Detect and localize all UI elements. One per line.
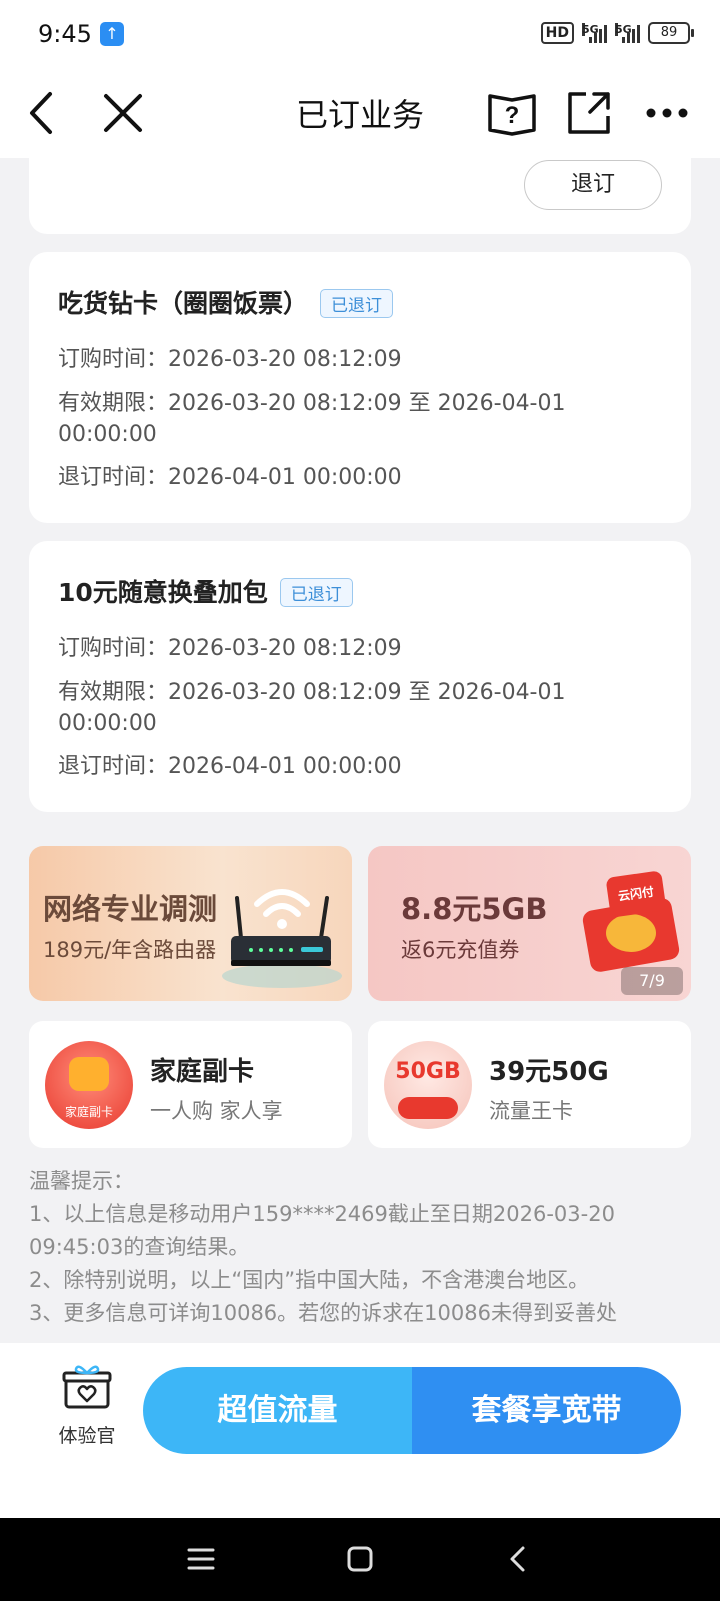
wifi-router-icon [222, 889, 342, 988]
promo-subtitle: 返6元充值券 [401, 938, 520, 962]
data-plan-icon-label: 50GB [395, 1059, 461, 1084]
subscription-card: 10元随意换叠加包 已退订 订购时间：2026-03-20 08:12:09 有效… [29, 541, 691, 812]
offer-title: 家庭副卡 [150, 1057, 255, 1087]
promo-subtitle: 189元/年含路由器 [43, 938, 217, 962]
subscription-title: 10元随意换叠加包 已退订 [58, 573, 353, 609]
promo-banner-router[interactable]: 网络专业调测 189元/年含路由器 [29, 846, 352, 1001]
more-button[interactable] [642, 88, 692, 138]
signal-icon: 5G [582, 23, 607, 43]
offer-subtitle: 一人购 家人享 [150, 1099, 283, 1123]
help-book-icon: ? [488, 94, 536, 136]
status-badge: 已退订 [279, 577, 353, 607]
network-type-label: 5G [582, 23, 599, 36]
subscription-title: 吃货钻卡（圈圈饭票） 已退订 [58, 284, 394, 320]
carousel-pager: 7/9 [621, 967, 683, 995]
tips-line: 1、以上信息是移动用户159****2469截止至日期2026-03-20 09… [29, 1202, 615, 1259]
tips-line: 3、更多信息可详询10086。若您的诉求在10086未得到妥善处 [29, 1301, 617, 1325]
family-card-icon-label: 家庭副卡 [64, 1105, 113, 1119]
data-deal-button[interactable]: 超值流量 [143, 1367, 412, 1454]
order-time: 订购时间：2026-03-20 08:12:09 [58, 347, 402, 372]
upload-arrow-icon: ↑ [100, 22, 124, 46]
status-bar: 9:45 ↑ HD 5G 5G 89 [0, 0, 720, 70]
cloud-pay-badge: 云闪付 [605, 870, 667, 918]
promo-title: 网络专业调测 [43, 892, 218, 926]
tips-section: 温馨提示： 1、以上信息是移动用户159****2469截止至日期2026-03… [29, 1165, 679, 1330]
subscription-card: 吃货钻卡（圈圈饭票） 已退订 订购时间：2026-03-20 08:12:09 有… [29, 252, 691, 523]
offer-title: 39元50G [489, 1057, 609, 1087]
validity-period: 有效期限：2026-03-20 08:12:09 至 2026-04-01 00… [58, 391, 566, 447]
hd-voice-icon: HD [540, 22, 574, 44]
unsubscribe-button[interactable]: 退订 [524, 160, 662, 210]
more-dots-icon [646, 108, 688, 118]
unsubscribe-time: 退订时间：2026-04-01 00:00:00 [58, 754, 402, 779]
cta-group: 超值流量 套餐享宽带 [143, 1367, 681, 1454]
svg-text:?: ? [505, 102, 520, 129]
subscription-name: 10元随意换叠加包 [58, 578, 268, 607]
promo-banner-data[interactable]: 8.8元5GB 返6元充值券 云闪付 7/9 [368, 846, 691, 1001]
status-time: 9:45 [38, 20, 92, 48]
menu-icon[interactable] [186, 1544, 216, 1574]
experience-label: 体验官 [58, 1425, 116, 1447]
subscription-name: 吃货钻卡（圈圈饭票） [58, 289, 309, 318]
tips-line: 2、除特别说明，以上“国内”指中国大陆，不含港澳台地区。 [29, 1268, 590, 1292]
unsubscribe-time: 退订时间：2026-04-01 00:00:00 [58, 465, 402, 490]
bottom-action-bar: 体验官 超值流量 套餐享宽带 [0, 1343, 720, 1518]
data-plan-icon: 50GB [384, 1041, 472, 1129]
offer-subtitle: 流量王卡 [489, 1099, 573, 1123]
subscription-card-partial: 退订 [29, 158, 691, 234]
broadband-plan-button[interactable]: 套餐享宽带 [412, 1367, 681, 1454]
validity-period: 有效期限：2026-03-20 08:12:09 至 2026-04-01 00… [58, 680, 566, 736]
share-icon [568, 92, 610, 134]
signal-icon-2: 5G [615, 23, 640, 43]
back-nav-icon[interactable] [503, 1544, 533, 1574]
share-button[interactable] [564, 88, 614, 138]
promo-title: 8.8元5GB [401, 892, 548, 926]
tips-heading: 温馨提示： [29, 1169, 134, 1193]
status-badge: 已退订 [320, 288, 394, 318]
order-time: 订购时间：2026-03-20 08:12:09 [58, 636, 402, 661]
gift-box-heart-icon [62, 1365, 112, 1409]
network-type-label-2: 5G [615, 23, 632, 36]
family-card-icon: 家庭副卡 [45, 1041, 133, 1129]
system-nav-bar [0, 1518, 720, 1601]
gift-box-icon: 云闪付 [566, 864, 686, 974]
status-indicators: HD 5G 5G 89 [540, 22, 694, 44]
home-icon[interactable] [345, 1544, 375, 1574]
experience-officer-button[interactable]: 体验官 [52, 1363, 122, 1453]
battery-icon: 89 [648, 22, 694, 44]
help-button[interactable]: ? [487, 88, 537, 138]
family-card-offer[interactable]: 家庭副卡 家庭副卡 一人购 家人享 [29, 1021, 352, 1148]
nav-bar: 已订业务 ? [0, 70, 720, 158]
data-plan-offer[interactable]: 50GB 39元50G 流量王卡 [368, 1021, 691, 1148]
